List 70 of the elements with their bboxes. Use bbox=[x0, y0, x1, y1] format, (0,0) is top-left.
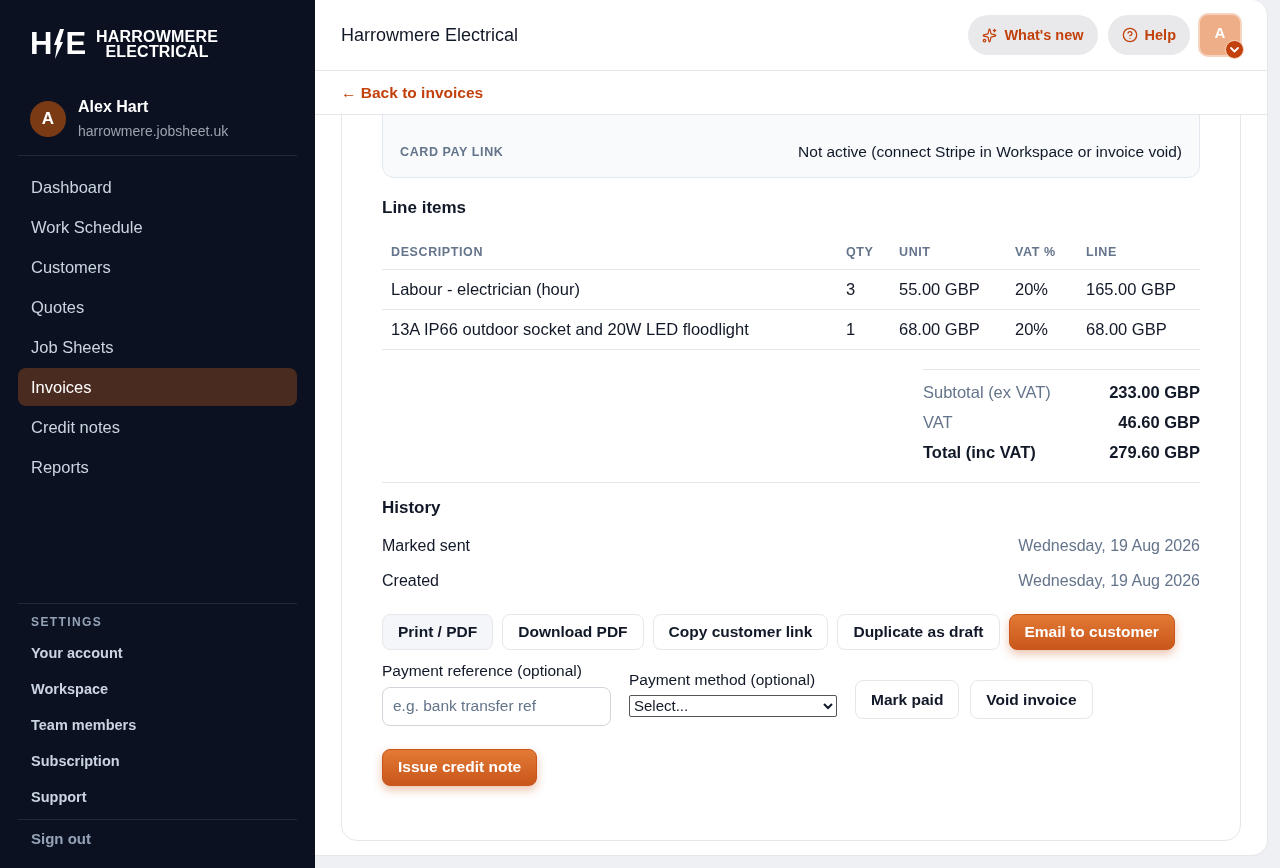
sign-out-link[interactable]: Sign out bbox=[18, 820, 297, 856]
sparkle-icon bbox=[982, 27, 998, 43]
logo-letter: E bbox=[65, 29, 87, 59]
field-label: Payment reference (optional) bbox=[382, 661, 583, 680]
payment-action-button[interactable]: Mark paid bbox=[855, 680, 960, 719]
column-header: UNIT bbox=[890, 236, 1006, 269]
table-cell: 20% bbox=[1006, 309, 1077, 349]
column-header: LINE bbox=[1077, 236, 1200, 269]
sidebar-nav-item[interactable]: Customers bbox=[18, 248, 297, 286]
user-name: Alex Hart bbox=[78, 98, 150, 116]
back-link[interactable]: ← Back to invoices bbox=[341, 83, 484, 102]
detail-value: Not active (connect Stripe in Workspace or invoice void) bbox=[798, 143, 1182, 161]
whats-new-button[interactable]: What's new bbox=[968, 15, 1098, 55]
total-value: 279.60 GBP bbox=[1109, 443, 1200, 462]
issue-credit-note-button[interactable]: Issue credit note bbox=[382, 748, 538, 786]
sidebar-nav-item[interactable]: Dashboard bbox=[18, 168, 297, 206]
table-cell: 1 bbox=[837, 309, 890, 349]
lightning-bolt-icon bbox=[53, 29, 65, 59]
action-button[interactable]: Download PDF bbox=[502, 613, 644, 650]
sidebar-nav-item[interactable]: Reports bbox=[18, 448, 297, 486]
sidebar-nav-item[interactable]: Work Schedule bbox=[18, 208, 297, 246]
table-cell: 13A IP66 outdoor socket and 20W LED floodlight bbox=[382, 309, 837, 349]
history-date: Wednesday, 19 Aug 2026 bbox=[1018, 537, 1200, 555]
section-title: History bbox=[382, 497, 442, 518]
history-event: Marked sent bbox=[382, 537, 471, 555]
history-date: Wednesday, 19 Aug 2026 bbox=[1018, 572, 1200, 590]
sidebar-nav-item[interactable]: Credit notes bbox=[18, 408, 297, 446]
action-button[interactable]: Copy customer link bbox=[652, 613, 829, 650]
chevron-down-icon bbox=[1225, 40, 1244, 59]
history-event: Created bbox=[382, 572, 439, 590]
table-cell: 68.00 GBP bbox=[890, 309, 1006, 349]
total-label: VAT bbox=[923, 413, 953, 432]
payment-action-button[interactable]: Void invoice bbox=[970, 680, 1093, 719]
help-button[interactable]: Help bbox=[1107, 15, 1190, 55]
payment-method-select[interactable]: Select... bbox=[629, 694, 837, 717]
table-cell: 55.00 GBP bbox=[890, 269, 1006, 309]
column-header: DESCRIPTION bbox=[382, 236, 837, 269]
field-label: Payment method (optional) bbox=[629, 670, 817, 689]
column-header: QTY bbox=[837, 236, 890, 269]
settings-link[interactable]: Your account bbox=[18, 635, 297, 671]
settings-heading: SETTINGS bbox=[30, 615, 104, 629]
table-cell: 68.00 GBP bbox=[1077, 309, 1200, 349]
table-cell: 165.00 GBP bbox=[1077, 269, 1200, 309]
settings-link[interactable]: Team members bbox=[18, 707, 297, 743]
settings-link[interactable]: Workspace bbox=[18, 671, 297, 707]
column-header: VAT % bbox=[1006, 236, 1077, 269]
action-button[interactable]: Email to customer bbox=[1008, 613, 1175, 650]
settings-link[interactable]: Support bbox=[18, 779, 297, 815]
logo-letter: H bbox=[30, 29, 53, 59]
action-button[interactable]: Duplicate as draft bbox=[837, 613, 1000, 650]
table-cell: 20% bbox=[1006, 269, 1077, 309]
workspace-domain: harrowmere.jobsheet.uk bbox=[78, 123, 229, 139]
logo-wordmark: HARROWMERE ELECTRICAL bbox=[96, 29, 219, 59]
total-value: 46.60 GBP bbox=[1118, 413, 1200, 432]
payment-reference-input[interactable]: e.g. bank transfer ref bbox=[382, 686, 611, 726]
action-button[interactable]: Print / PDF bbox=[382, 613, 494, 650]
sidebar-nav-item[interactable]: Invoices bbox=[18, 368, 297, 406]
help-icon bbox=[1121, 27, 1138, 43]
section-title: Line items bbox=[382, 198, 468, 218]
detail-label: CARD PAY LINK bbox=[400, 145, 504, 159]
total-value: 233.00 GBP bbox=[1109, 383, 1200, 402]
page-title: Harrowmere Electrical bbox=[341, 24, 519, 46]
sidebar-nav-item[interactable]: Quotes bbox=[18, 288, 297, 326]
total-label: Subtotal (ex VAT) bbox=[923, 383, 1051, 402]
table-cell: 3 bbox=[837, 269, 890, 309]
total-label: Total (inc VAT) bbox=[923, 443, 1036, 462]
sidebar-nav-item[interactable]: Job Sheets bbox=[18, 328, 297, 366]
user-avatar: A bbox=[30, 100, 66, 137]
table-cell: Labour - electrician (hour) bbox=[382, 269, 837, 309]
settings-link[interactable]: Subscription bbox=[18, 743, 297, 779]
